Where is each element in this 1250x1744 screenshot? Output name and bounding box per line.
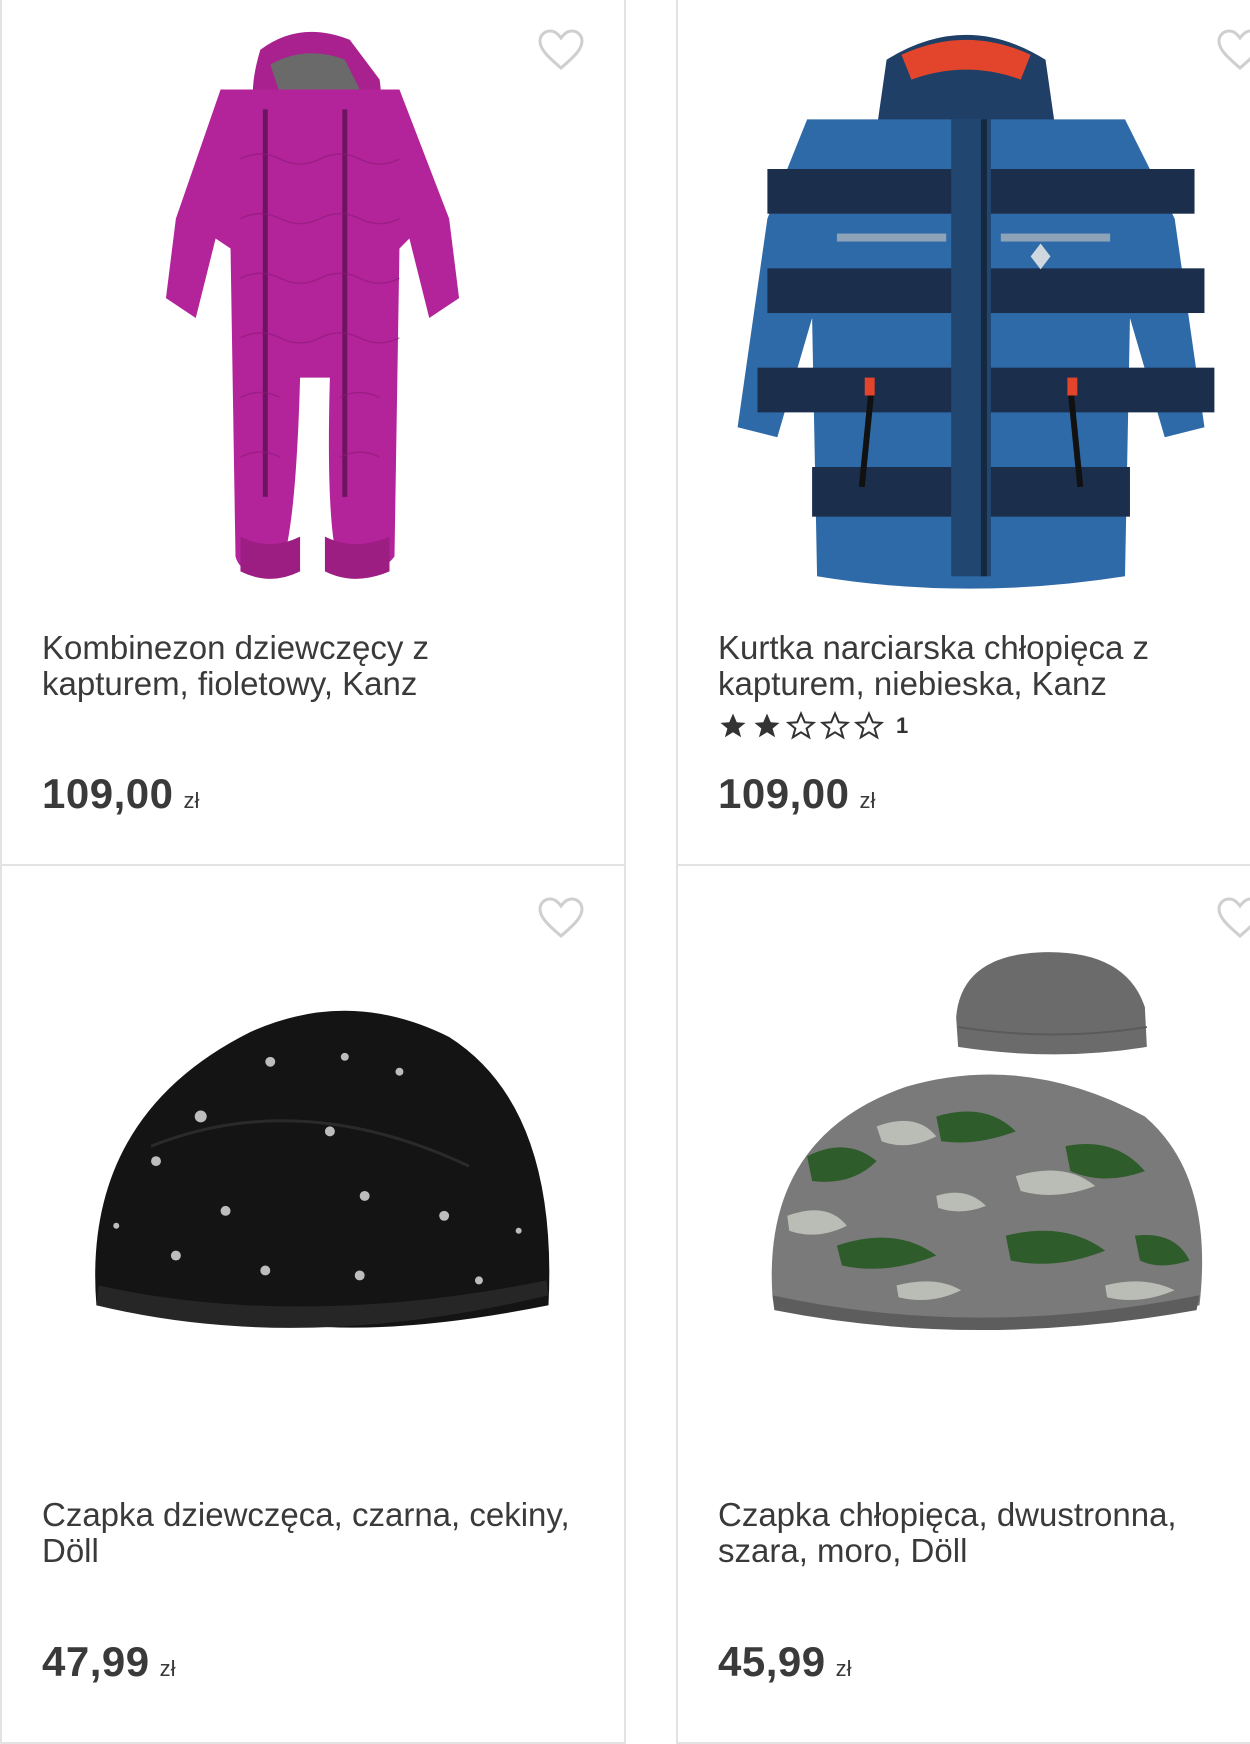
product-grid: Kombinezon dziewczęcy z kapturem, fiolet… — [0, 0, 1250, 1744]
price-currency: zł — [183, 788, 200, 813]
product-image[interactable] — [2, 18, 624, 618]
product-price: 109,00 zł — [42, 770, 199, 818]
rating-stars: 1 — [718, 710, 908, 742]
star-filled-icon — [720, 713, 746, 738]
price-currency: zł — [159, 1656, 176, 1681]
star-filled-icon — [754, 713, 780, 738]
product-title[interactable]: Czapka chłopięca, dwustronna, szara, mor… — [718, 1497, 1250, 1569]
price-amount: 45,99 — [718, 1638, 826, 1685]
price-amount: 47,99 — [42, 1638, 150, 1685]
product-title[interactable]: Czapka dziewczęca, czarna, cekiny, Döll — [42, 1497, 582, 1569]
price-currency: zł — [835, 1656, 852, 1681]
product-card[interactable]: Kurtka narciarska chłopięca z kapturem, … — [676, 0, 1250, 866]
product-card[interactable]: Kombinezon dziewczęcy z kapturem, fiolet… — [0, 0, 626, 866]
product-price: 45,99 zł — [718, 1638, 852, 1686]
price-amount: 109,00 — [42, 770, 174, 817]
product-price: 47,99 zł — [42, 1638, 176, 1686]
star-empty-icon — [854, 711, 884, 740]
product-image[interactable] — [678, 886, 1250, 1486]
rating-count: 1 — [896, 713, 909, 738]
price-amount: 109,00 — [718, 770, 850, 817]
product-price: 109,00 zł — [718, 770, 875, 818]
product-card[interactable]: Czapka chłopięca, dwustronna, szara, mor… — [676, 864, 1250, 1744]
product-image[interactable] — [678, 18, 1250, 618]
product-title[interactable]: Kombinezon dziewczęcy z kapturem, fiolet… — [42, 630, 582, 702]
product-image[interactable] — [2, 886, 624, 1486]
product-card[interactable]: Czapka dziewczęca, czarna, cekiny, Döll … — [0, 864, 626, 1744]
star-empty-icon — [820, 711, 850, 740]
star-empty-icon — [786, 711, 816, 740]
product-title[interactable]: Kurtka narciarska chłopięca z kapturem, … — [718, 630, 1250, 702]
price-currency: zł — [859, 788, 876, 813]
